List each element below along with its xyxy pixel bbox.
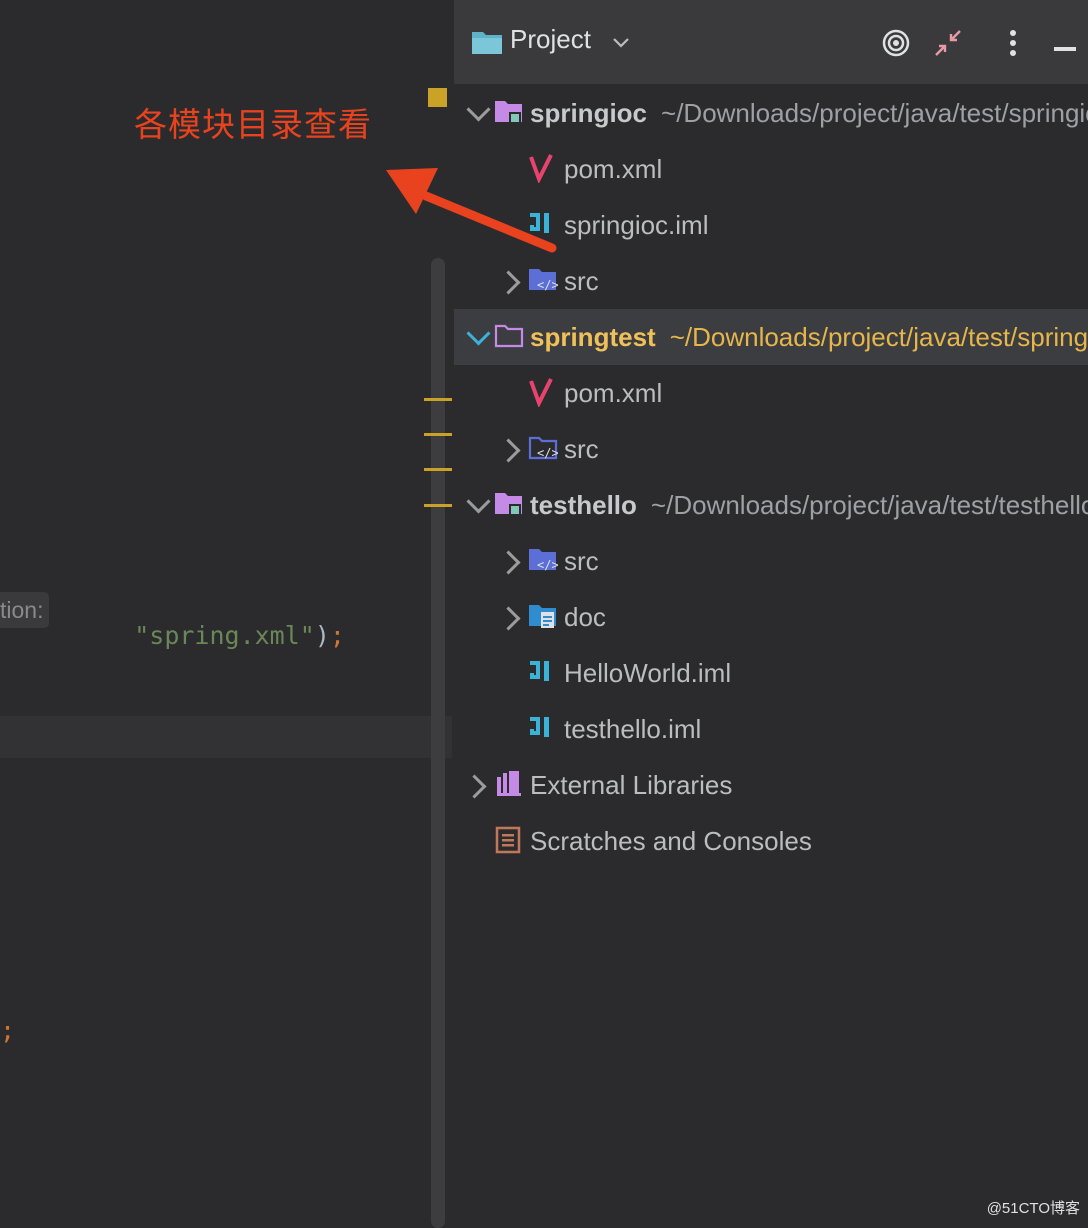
tree-item-src[interactable]: </> src [454,421,1088,477]
tree-item-springioc[interactable]: springioc ~/Downloads/project/java/test/s… [454,85,1088,141]
tree-item-src[interactable]: </> src [454,533,1088,589]
folder-name: src [564,266,599,296]
chevron-down-icon[interactable] [466,489,491,514]
error-stripe-marker[interactable] [424,433,452,436]
module-name: springtest ~/Downloads/project/java/test/… [530,322,1088,352]
folder-icon [494,321,524,356]
file-name: HelloWorld.iml [564,658,732,688]
folder-name: src [564,434,599,464]
file-name: testhello.iml [564,714,702,744]
tree-item-helloworld-iml[interactable]: HelloWorld.iml [454,645,1088,701]
minimize-icon[interactable] [1054,40,1078,58]
source-folder-icon: </> [528,545,559,580]
close-paren: ) [314,621,330,650]
file-name: pom.xml [564,378,663,408]
parameter-hint: tion: [0,592,50,628]
svg-text:</>: </> [537,446,558,460]
code-line[interactable]: "spring.xml"); [74,592,345,679]
module-name: springioc ~/Downloads/project/java/test/s… [530,98,1088,128]
error-stripe-marker[interactable] [424,468,452,471]
tree-item-scratches[interactable]: Scratches and Consoles [454,813,1088,869]
tree-item-external-libraries[interactable]: External Libraries [454,757,1088,813]
chevron-right-icon[interactable] [496,606,521,631]
tree-item-src[interactable]: </> src [454,253,1088,309]
scratches-icon [494,825,522,860]
tree-item-testhello[interactable]: testhello ~/Downloads/project/java/test/t… [454,477,1088,533]
file-name: springioc.iml [564,210,709,240]
string-literal: "spring.xml" [134,621,315,650]
chevron-right-icon[interactable] [496,438,521,463]
panel-title[interactable]: Project [510,24,591,55]
error-stripe-marker[interactable] [424,398,452,401]
locate-icon[interactable] [881,28,911,63]
annotation-arrow-icon [386,168,557,253]
tree-item-pom-xml[interactable]: pom.xml [454,365,1088,421]
collapse-icon[interactable] [934,29,962,62]
semicolon: ; [329,621,345,650]
folder-name: src [564,546,599,576]
module-folder-icon [494,489,524,524]
svg-text:</>: </> [537,558,558,572]
maven-icon [528,377,554,412]
project-panel-header: Project [454,0,1088,84]
tree-label: External Libraries [530,770,733,800]
chevron-down-icon[interactable] [612,36,630,55]
tree-item-doc[interactable]: doc [454,589,1088,645]
svg-text:</>: </> [537,278,558,292]
project-folder-icon [470,28,504,61]
source-folder-outline-icon: </> [528,433,559,468]
tree-item-testhello-iml[interactable]: testhello.iml [454,701,1088,757]
current-line-highlight [0,716,452,758]
chevron-right-icon[interactable] [496,550,521,575]
module-name: testhello ~/Downloads/project/java/test/t… [530,490,1088,520]
source-folder-icon: </> [528,265,559,300]
module-folder-icon [494,97,524,132]
chevron-down-icon[interactable] [466,321,491,346]
code-line-semicolon: ; [0,1016,16,1045]
tree-label: Scratches and Consoles [530,826,812,856]
libraries-icon [494,769,524,804]
error-stripe-marker[interactable] [424,504,452,507]
iml-file-icon [528,657,554,692]
file-name: pom.xml [564,154,663,184]
chevron-right-icon[interactable] [462,774,487,799]
folder-name: doc [564,602,606,632]
watermark: @51CTO博客 [986,1200,1080,1217]
iml-file-icon [528,713,554,748]
more-icon[interactable] [1008,29,1018,62]
chevron-right-icon[interactable] [496,270,521,295]
chevron-down-icon[interactable] [466,97,491,122]
editor-scrollbar[interactable] [431,258,445,1228]
doc-folder-icon [528,601,558,636]
annotation-text: 各模块目录查看 [134,105,372,144]
warning-marker[interactable] [428,88,447,107]
tree-item-springtest[interactable]: springtest ~/Downloads/project/java/test/… [454,309,1088,365]
